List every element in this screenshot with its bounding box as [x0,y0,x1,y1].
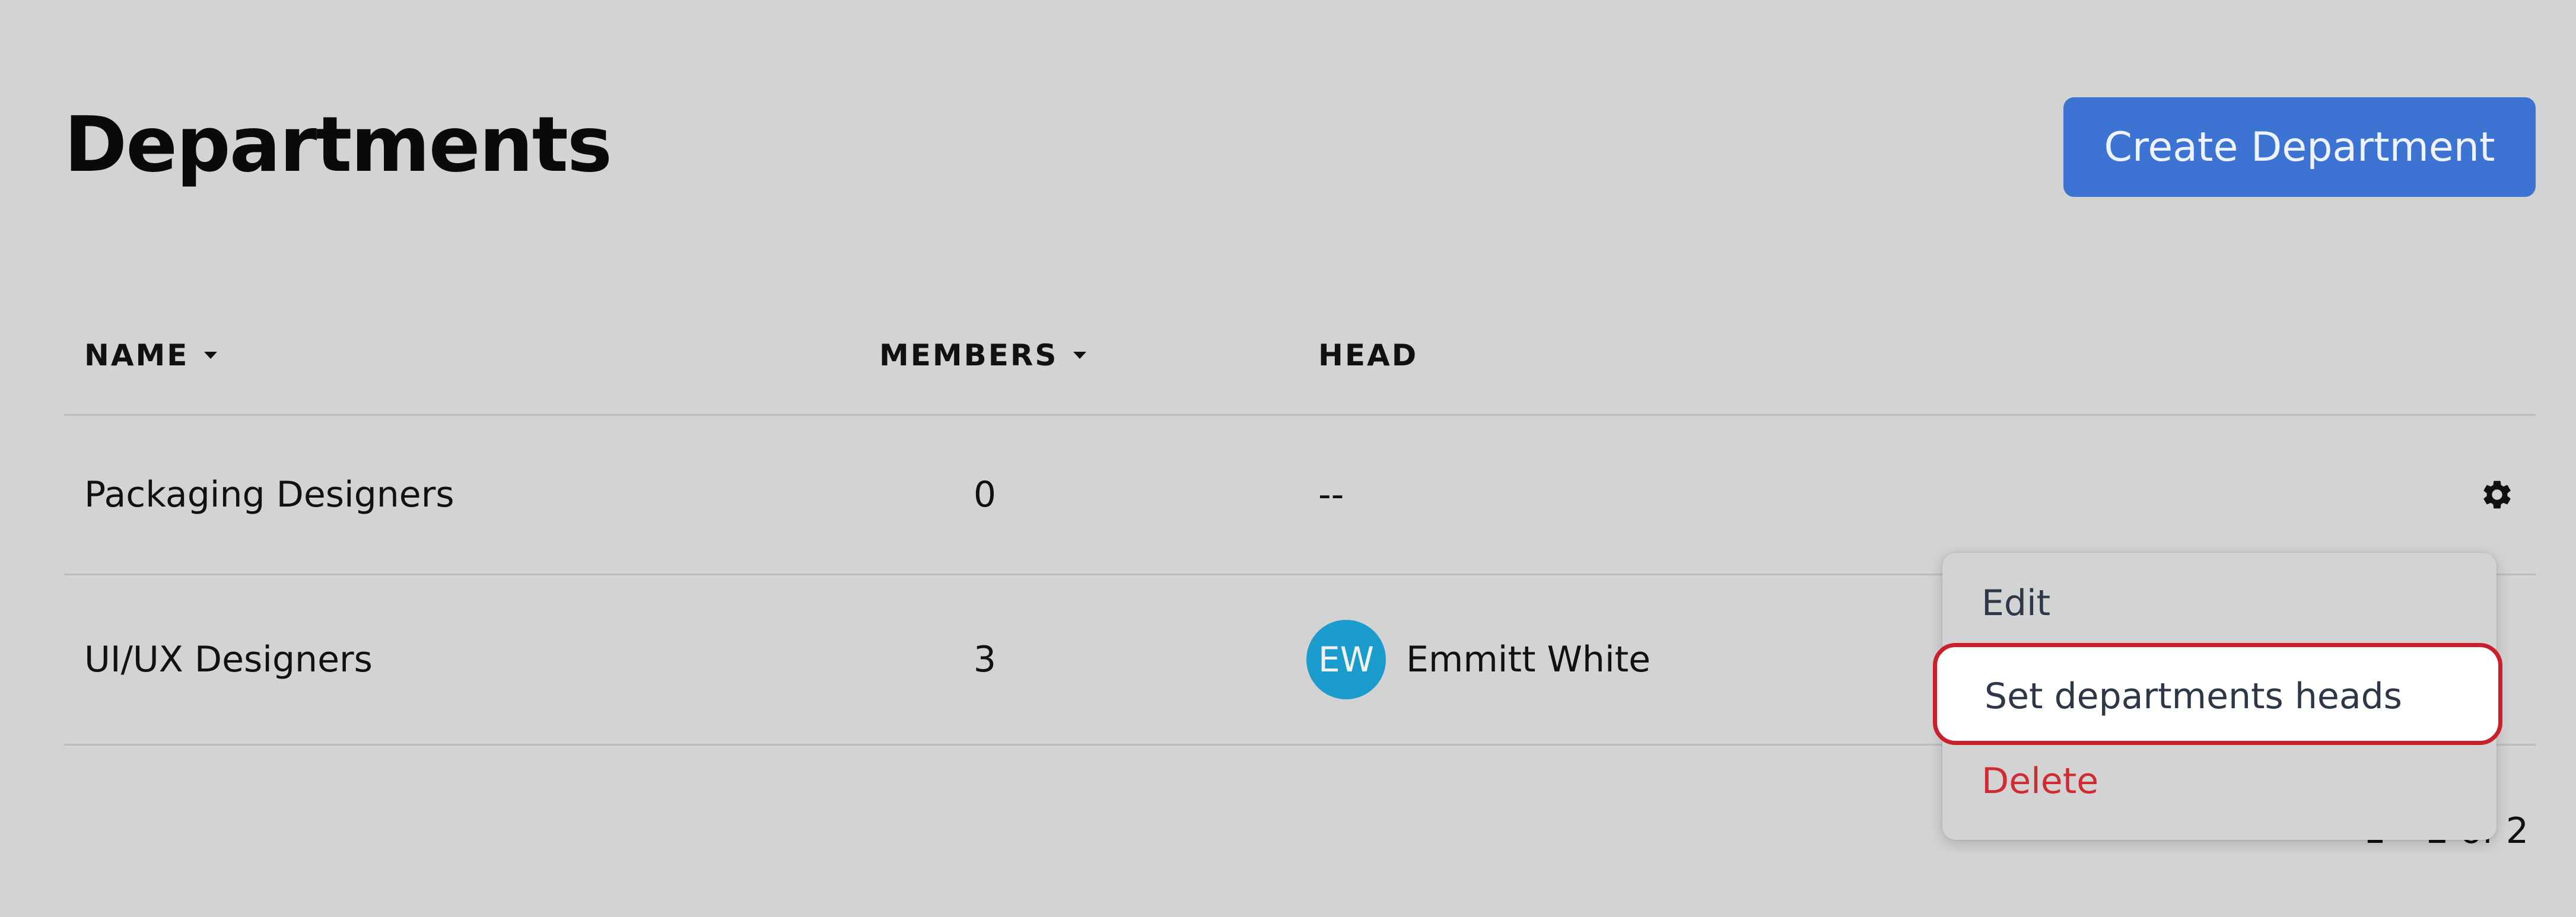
row-settings-button[interactable] [2480,416,2514,574]
caret-down-icon[interactable] [1073,352,1087,359]
column-header-name-label: NAME [84,338,189,372]
gear-icon[interactable] [2480,477,2514,512]
department-head-name: Emmitt White [1406,639,1651,680]
avatar: EW [1306,620,1386,699]
menu-item-set-department-heads-label: Set departments heads [1985,676,2402,717]
column-header-head-label: HEAD [1318,338,1419,372]
column-header-members[interactable]: MEMBERS [879,338,1087,372]
create-department-button[interactable]: Create Department [2063,97,2536,197]
menu-item-edit[interactable]: Edit [1982,582,2050,624]
department-head: EW Emmitt White [1306,575,1651,744]
department-members-count: 0 [973,474,997,515]
table-row: Packaging Designers 0 -- [64,416,2536,575]
column-header-name[interactable]: NAME [84,338,218,372]
column-header-members-label: MEMBERS [879,338,1058,372]
table-header: NAME MEMBERS HEAD [64,320,2536,416]
department-name: UI/UX Designers [84,639,373,680]
page-title: Departments [64,101,612,189]
department-head: -- [1318,474,1344,515]
menu-item-delete[interactable]: Delete [1982,760,2098,802]
department-name: Packaging Designers [84,474,454,515]
caret-down-icon[interactable] [204,352,218,359]
menu-item-set-department-heads-highlight[interactable]: Set departments heads [1933,643,2502,745]
department-members-count: 3 [973,639,997,680]
column-header-head: HEAD [1318,338,1418,372]
